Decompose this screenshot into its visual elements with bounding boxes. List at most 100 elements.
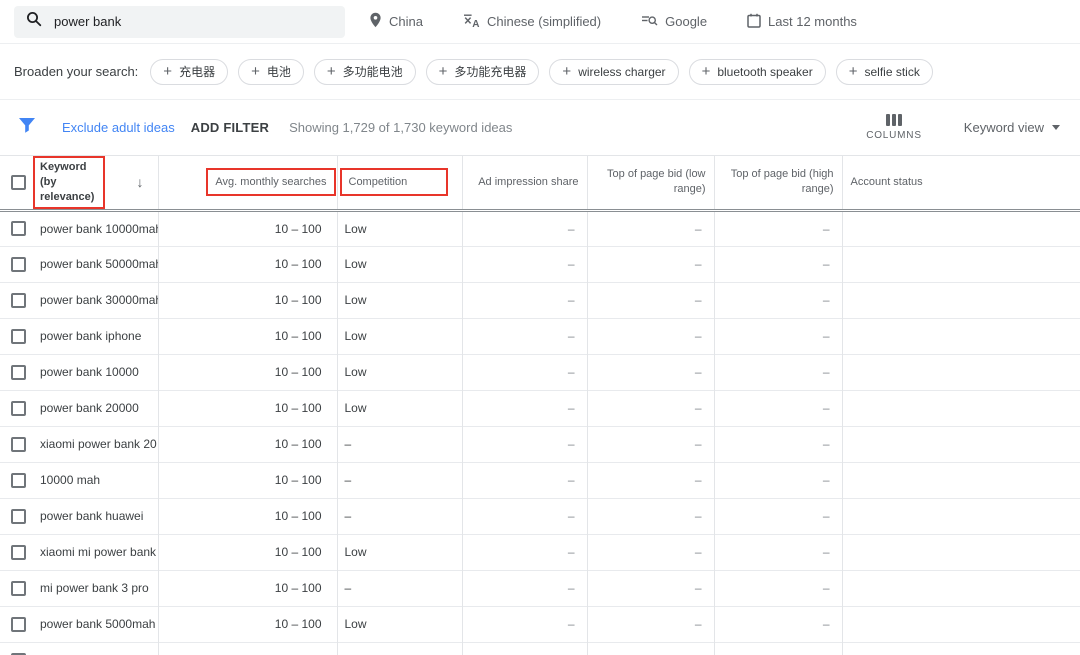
broaden-chip[interactable]: + 多功能充电器 <box>426 59 540 85</box>
chip-label: bluetooth speaker <box>717 65 812 79</box>
top-bid-low-cell: – <box>587 246 714 282</box>
ad-impression-share-cell: – <box>462 498 587 534</box>
header-top-bid-low[interactable]: Top of page bid (low range) <box>587 156 714 211</box>
search-input[interactable] <box>54 14 333 29</box>
keyword-search-box[interactable] <box>14 6 345 38</box>
keyword-cell: power bank 20000 <box>33 390 158 426</box>
header-competition[interactable]: Competition <box>337 156 462 211</box>
keyword-table-row: power bank iphone 10 – 100 Low – – – <box>0 318 1080 354</box>
keyword-table-row: power bank huawei 10 – 100 – – – – <box>0 498 1080 534</box>
competition-cell: Low <box>337 534 462 570</box>
keyword-table-row: power bank 10000mah 10 – 100 Low – – – <box>0 210 1080 246</box>
keyword-table-row: xiaomi power bank 20… 10 – 100 Low – – – <box>0 642 1080 655</box>
row-checkbox[interactable] <box>11 545 26 560</box>
top-bid-high-cell: – <box>714 210 842 246</box>
avg-monthly-searches-cell: 10 – 100 <box>158 570 337 606</box>
broaden-chip[interactable]: + wireless charger <box>549 59 678 85</box>
keyword-cell: power bank iphone <box>33 318 158 354</box>
keyword-table-row: power bank 30000mah 10 – 100 Low – – – <box>0 282 1080 318</box>
header-keyword[interactable]: Keyword (by relevance) ↓ <box>33 156 158 211</box>
table-header-row: Keyword (by relevance) ↓ Avg. monthly se… <box>0 156 1080 211</box>
keyword-cell: 10000 mah <box>33 462 158 498</box>
top-bid-high-cell: – <box>714 534 842 570</box>
keyword-table-row: power bank 10000 10 – 100 Low – – – <box>0 354 1080 390</box>
select-all-checkbox[interactable] <box>11 175 26 190</box>
header-top-bid-high[interactable]: Top of page bid (high range) <box>714 156 842 211</box>
row-checkbox[interactable] <box>11 257 26 272</box>
broaden-chip[interactable]: + 充电器 <box>150 59 228 85</box>
columns-icon <box>886 114 902 126</box>
plus-icon: + <box>163 64 172 79</box>
keyword-table-row: xiaomi power bank 20… 10 – 100 – – – – <box>0 426 1080 462</box>
competition-cell: – <box>337 462 462 498</box>
row-checkbox[interactable] <box>11 617 26 632</box>
keyword-cell: power bank 5000mah <box>33 606 158 642</box>
avg-monthly-searches-cell: 10 – 100 <box>158 354 337 390</box>
ad-impression-share-cell: – <box>462 642 587 655</box>
account-status-cell <box>842 498 1080 534</box>
row-checkbox[interactable] <box>11 401 26 416</box>
row-checkbox[interactable] <box>11 365 26 380</box>
account-status-cell <box>842 210 1080 246</box>
svg-text:A: A <box>472 19 479 28</box>
broaden-chip[interactable]: + 电池 <box>238 59 304 85</box>
top-bid-high-cell: – <box>714 426 842 462</box>
ad-impression-share-cell: – <box>462 318 587 354</box>
date-range-setting[interactable]: Last 12 months <box>747 13 857 31</box>
avg-monthly-searches-cell: 10 – 100 <box>158 210 337 246</box>
row-checkbox[interactable] <box>11 437 26 452</box>
row-checkbox[interactable] <box>11 293 26 308</box>
broaden-chip[interactable]: + bluetooth speaker <box>689 59 826 85</box>
competition-cell: Low <box>337 390 462 426</box>
top-bid-high-cell: – <box>714 390 842 426</box>
broaden-chip[interactable]: + selfie stick <box>836 59 933 85</box>
ad-impression-share-cell: – <box>462 354 587 390</box>
row-checkbox[interactable] <box>11 329 26 344</box>
chip-label: selfie stick <box>865 65 920 79</box>
keyword-ideas-table: Keyword (by relevance) ↓ Avg. monthly se… <box>0 155 1080 655</box>
keyword-cell: xiaomi power bank 20… <box>33 642 158 655</box>
broaden-label: Broaden your search: <box>14 64 138 79</box>
keyword-view-label: Keyword view <box>964 120 1044 135</box>
columns-button[interactable]: COLUMNS <box>866 114 922 141</box>
plus-icon: + <box>562 64 571 79</box>
chip-label: 电池 <box>267 63 291 80</box>
plus-icon: + <box>702 64 711 79</box>
keyword-table-body: power bank 10000mah 10 – 100 Low – – – p… <box>0 210 1080 655</box>
broaden-chips: + 充电器 + 电池 + 多功能电池 + 多功能充电器 + wireless c… <box>150 59 933 85</box>
top-bid-low-cell: – <box>587 318 714 354</box>
avg-monthly-searches-cell: 10 – 100 <box>158 426 337 462</box>
add-filter-button[interactable]: ADD FILTER <box>191 120 269 135</box>
ad-impression-share-cell: – <box>462 282 587 318</box>
language-setting[interactable]: A Chinese (simplified) <box>463 13 601 31</box>
competition-cell: – <box>337 498 462 534</box>
location-setting[interactable]: China <box>369 12 423 31</box>
location-label: China <box>389 14 423 29</box>
exclude-adult-ideas-link[interactable]: Exclude adult ideas <box>62 120 175 135</box>
filter-icon[interactable] <box>18 116 36 139</box>
header-avg-monthly-searches[interactable]: Avg. monthly searches <box>158 156 337 211</box>
avg-monthly-searches-cell: 10 – 100 <box>158 534 337 570</box>
keyword-table-row: power bank 20000 10 – 100 Low – – – <box>0 390 1080 426</box>
row-checkbox[interactable] <box>11 509 26 524</box>
ad-impression-share-cell: – <box>462 390 587 426</box>
network-setting[interactable]: Google <box>641 13 707 30</box>
avg-monthly-searches-cell: 10 – 100 <box>158 246 337 282</box>
avg-monthly-searches-cell: 10 – 100 <box>158 462 337 498</box>
keyword-cell: power bank 10000mah <box>33 210 158 246</box>
keyword-view-dropdown[interactable]: Keyword view <box>964 120 1060 135</box>
sort-descending-icon[interactable]: ↓ <box>137 174 158 190</box>
top-bid-low-cell: – <box>587 354 714 390</box>
row-checkbox[interactable] <box>11 221 26 236</box>
calendar-icon <box>747 13 761 31</box>
competition-cell: Low <box>337 642 462 655</box>
broaden-chip[interactable]: + 多功能电池 <box>314 59 416 85</box>
header-account-status[interactable]: Account status <box>842 156 1080 211</box>
account-status-cell <box>842 426 1080 462</box>
top-bid-high-cell: – <box>714 462 842 498</box>
top-bid-low-cell: – <box>587 426 714 462</box>
account-status-cell <box>842 534 1080 570</box>
header-ad-impression-share[interactable]: Ad impression share <box>462 156 587 211</box>
row-checkbox[interactable] <box>11 473 26 488</box>
row-checkbox[interactable] <box>11 581 26 596</box>
